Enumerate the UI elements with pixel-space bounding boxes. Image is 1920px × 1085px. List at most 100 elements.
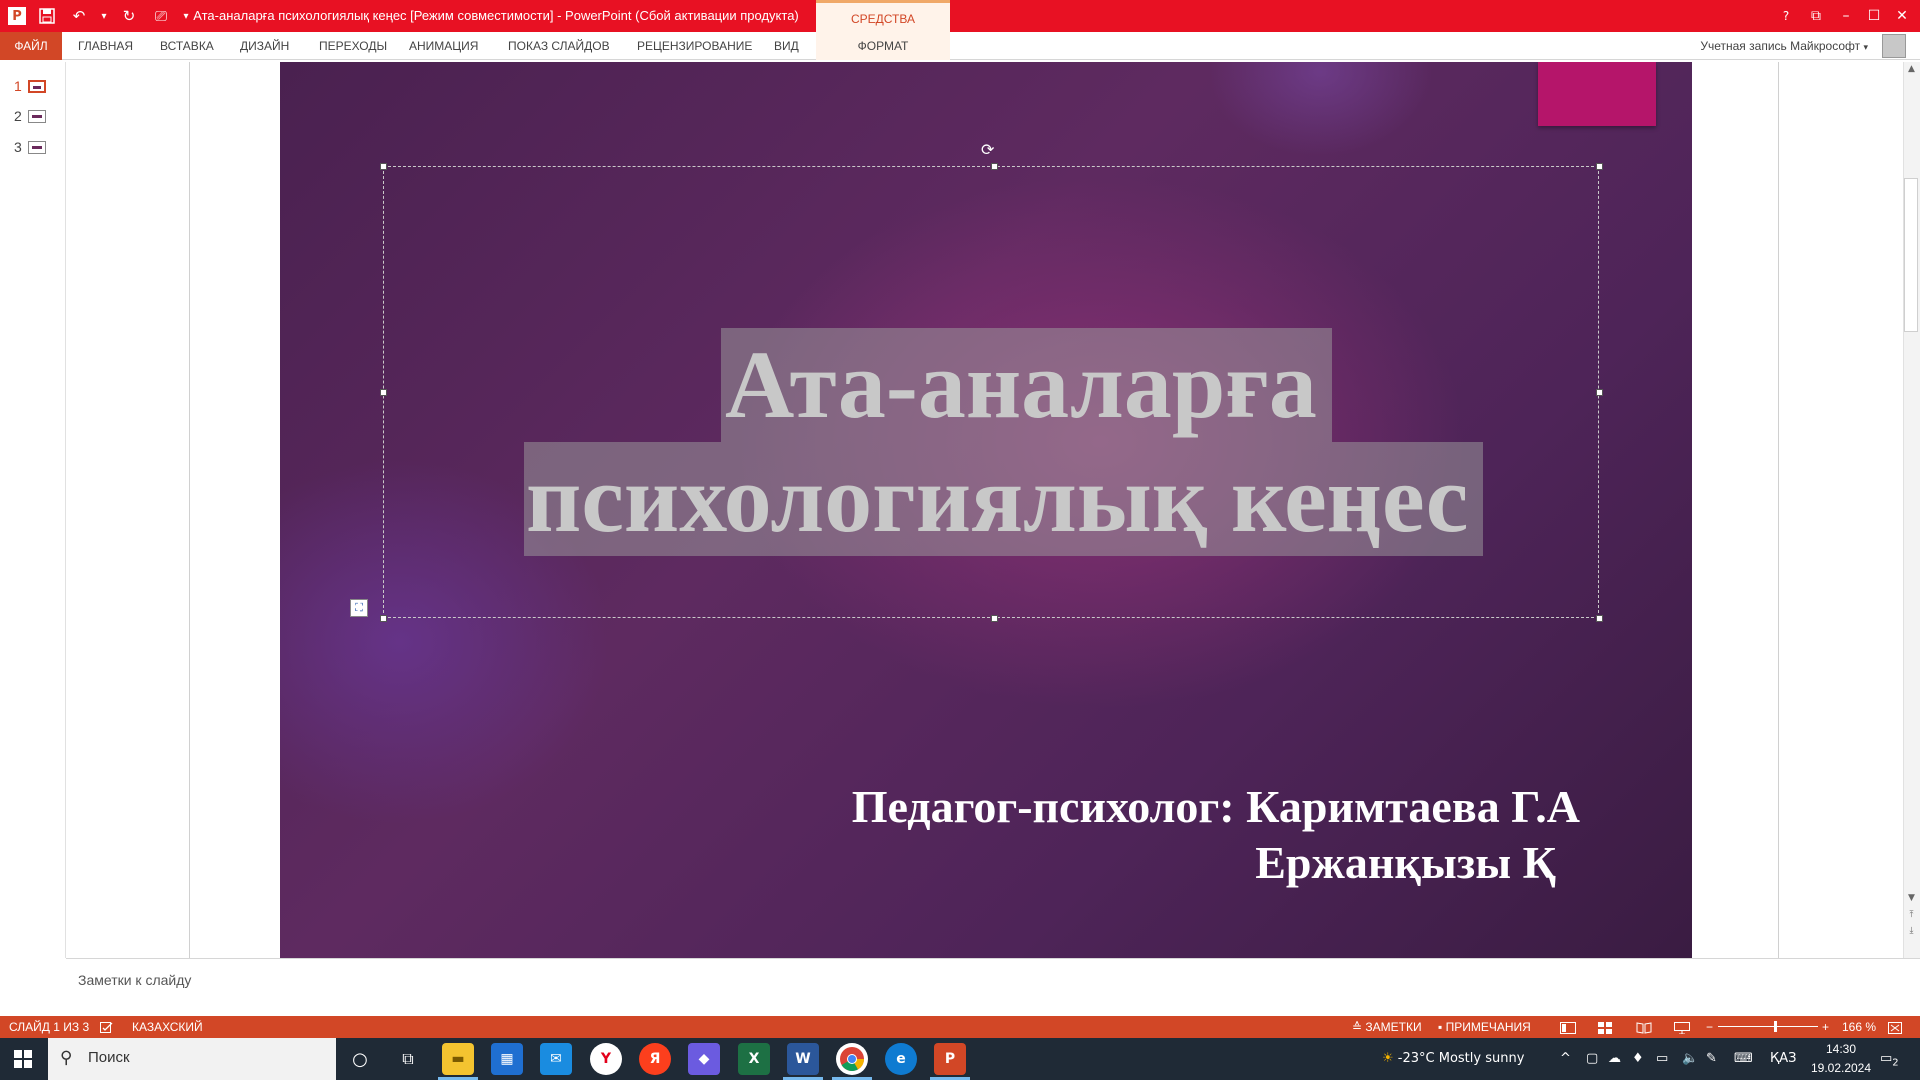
weather-widget[interactable]: ☀ -23°C Mostly sunny xyxy=(1382,1038,1524,1080)
slide-thumbnail-1[interactable]: 1 xyxy=(14,78,46,94)
scroll-up-icon[interactable]: ▲ xyxy=(1904,64,1919,78)
tab-format[interactable]: ФОРМАТ xyxy=(816,32,950,60)
network-icon[interactable]: ▭ xyxy=(1656,1038,1668,1080)
normal-view-icon[interactable] xyxy=(1560,1016,1576,1038)
cortana-icon[interactable]: ○ xyxy=(344,1043,376,1075)
tab-slideshow[interactable]: ПОКАЗ СЛАЙДОВ xyxy=(494,32,624,60)
language-indicator[interactable]: КАЗАХСКИЙ xyxy=(132,1016,203,1038)
rotate-handle-icon[interactable]: ⟳ xyxy=(981,140,994,159)
volume-icon[interactable]: 🔈 xyxy=(1682,1038,1698,1080)
comments-toggle-button[interactable]: ▪ ПРИМЕЧАНИЯ xyxy=(1438,1016,1531,1038)
yandex-browser-icon[interactable]: Y xyxy=(590,1043,622,1075)
notes-toggle-button[interactable]: ≙ ЗАМЕТКИ xyxy=(1352,1016,1422,1038)
resize-handle-bottom[interactable] xyxy=(991,615,998,622)
account-label: Учетная запись Майкрософт xyxy=(1700,39,1861,53)
slide-number: 1 xyxy=(14,78,22,94)
spell-check-icon[interactable] xyxy=(100,1016,114,1038)
maximize-button[interactable]: ☐ xyxy=(1860,0,1888,32)
microsoft-store-icon[interactable]: ▦ xyxy=(491,1043,523,1075)
tab-view[interactable]: ВИД xyxy=(760,32,813,60)
tab-design[interactable]: ДИЗАЙН xyxy=(226,32,303,60)
quick-access-toolbar: P ↶ ▾ ↻ ⎚ ▾ xyxy=(8,4,190,28)
previous-slide-icon[interactable]: ⤒ xyxy=(1904,910,1919,924)
tab-insert[interactable]: ВСТАВКА xyxy=(146,32,228,60)
minimize-button[interactable]: – xyxy=(1832,0,1860,32)
zoom-slider[interactable] xyxy=(1718,1026,1818,1027)
word-icon[interactable]: W xyxy=(787,1043,819,1075)
account-menu[interactable]: Учетная запись Майкрософт ▾ xyxy=(1700,32,1868,60)
close-button[interactable]: ✕ xyxy=(1888,0,1916,32)
resize-handle-top-right[interactable] xyxy=(1596,163,1603,170)
layout-options-icon[interactable]: ⛶ xyxy=(350,599,368,617)
notifications-icon[interactable]: ▭2 xyxy=(1880,1038,1899,1080)
show-hidden-icons-icon[interactable]: ^ xyxy=(1560,1038,1571,1080)
slide-canvas[interactable]: ⟳ Ата-аналарға психологиялық кеңес ⛶ Пед… xyxy=(280,62,1692,958)
tab-home[interactable]: ГЛАВНАЯ xyxy=(64,32,147,60)
start-slideshow-icon[interactable]: ⎚ xyxy=(150,5,172,27)
tab-review[interactable]: РЕЦЕНЗИРОВАНИЕ xyxy=(623,32,766,60)
tab-animation[interactable]: АНИМАЦИЯ xyxy=(395,32,492,60)
zoom-out-button[interactable]: − xyxy=(1706,1016,1713,1038)
powerpoint-app-icon[interactable]: P xyxy=(8,7,26,25)
save-icon[interactable] xyxy=(36,5,58,27)
zoom-slider-knob[interactable] xyxy=(1774,1021,1777,1032)
input-language[interactable]: ҚАЗ xyxy=(1770,1038,1796,1080)
slide-title-line-1[interactable]: Ата-аналарға xyxy=(721,328,1332,442)
yandex-icon[interactable]: Я xyxy=(639,1043,671,1075)
slide-sorter-view-icon[interactable] xyxy=(1598,1016,1612,1038)
scrollbar-thumb[interactable] xyxy=(1904,178,1918,332)
search-icon: ⚲ xyxy=(60,1048,73,1068)
redo-icon[interactable]: ↻ xyxy=(118,5,140,27)
comment-icon: ▪ xyxy=(1438,1020,1443,1034)
slide-author-line-1[interactable]: Педагог-психолог: Каримтаева Г.А xyxy=(820,779,1620,835)
weather-text: -23°C Mostly sunny xyxy=(1397,1051,1525,1066)
slide-thumbnail-3[interactable]: 3 xyxy=(14,139,46,155)
ribbon-tabs: ФАЙЛ ГЛАВНАЯ ВСТАВКА ДИЗАЙН ПЕРЕХОДЫ АНИ… xyxy=(0,32,1920,60)
slide-author-line-2[interactable]: Ержанқызы Қ xyxy=(820,835,1620,891)
resize-handle-bottom-right[interactable] xyxy=(1596,615,1603,622)
resize-handle-left[interactable] xyxy=(380,389,387,396)
meet-now-icon[interactable]: ▢ xyxy=(1586,1038,1598,1080)
next-slide-icon[interactable]: ⤓ xyxy=(1904,926,1919,940)
onedrive-icon[interactable]: ☁ xyxy=(1608,1038,1621,1080)
ribbon-display-options-button[interactable]: ⧉ xyxy=(1802,0,1830,32)
undo-icon[interactable]: ↶ xyxy=(68,5,90,27)
taskbar-search-input[interactable]: ⚲ Поиск xyxy=(48,1038,336,1080)
tab-file[interactable]: ФАЙЛ xyxy=(0,32,62,60)
fit-slide-icon[interactable] xyxy=(1888,1016,1902,1038)
zoom-level[interactable]: 166 % xyxy=(1842,1016,1876,1038)
edge-icon[interactable]: e xyxy=(885,1043,917,1075)
title-bar: P ↶ ▾ ↻ ⎚ ▾ Ата-аналарға психологиялық к… xyxy=(0,0,1920,32)
mail-icon[interactable]: ✉ xyxy=(540,1043,572,1075)
windows-taskbar: ⚲ Поиск ○ ⧉ ▬ ▦ ✉ Y Я ◆ X W e P ☀ -23°C … xyxy=(0,1038,1920,1080)
powerpoint-taskbar-icon[interactable]: P xyxy=(934,1043,966,1075)
task-view-icon[interactable]: ⧉ xyxy=(392,1043,424,1075)
slide-title-line-2[interactable]: психологиялық кеңес xyxy=(524,442,1483,556)
resize-handle-right[interactable] xyxy=(1596,389,1603,396)
file-explorer-icon[interactable]: ▬ xyxy=(442,1043,474,1075)
slide-thumbnail-2[interactable]: 2 xyxy=(14,108,46,124)
resize-handle-top-left[interactable] xyxy=(380,163,387,170)
tab-transitions[interactable]: ПЕРЕХОДЫ xyxy=(305,32,401,60)
clock[interactable]: 14:30 19.02.2024 xyxy=(1806,1040,1876,1078)
decorative-pink-square[interactable] xyxy=(1538,62,1656,126)
reading-view-icon[interactable] xyxy=(1636,1016,1652,1038)
zoom-in-button[interactable]: + xyxy=(1822,1016,1829,1038)
microphone-icon[interactable]: ♦ xyxy=(1632,1038,1644,1080)
resize-handle-bottom-left[interactable] xyxy=(380,615,387,622)
scroll-down-icon[interactable]: ▼ xyxy=(1904,893,1919,907)
search-placeholder: Поиск xyxy=(88,1049,130,1066)
help-button[interactable]: ? xyxy=(1772,0,1800,32)
chrome-icon[interactable] xyxy=(836,1043,868,1075)
pen-icon[interactable]: ✎ xyxy=(1706,1038,1717,1080)
avatar[interactable] xyxy=(1882,34,1906,58)
slide-counter[interactable]: СЛАЙД 1 ИЗ 3 xyxy=(9,1016,89,1038)
windows-start-icon[interactable] xyxy=(0,1038,46,1080)
touch-keyboard-icon[interactable]: ⌨ xyxy=(1734,1038,1753,1080)
slideshow-view-icon[interactable] xyxy=(1674,1016,1690,1038)
undo-dropdown-icon[interactable]: ▾ xyxy=(100,5,108,27)
copilot-icon[interactable]: ◆ xyxy=(688,1043,720,1075)
excel-icon[interactable]: X xyxy=(738,1043,770,1075)
resize-handle-top[interactable] xyxy=(991,163,998,170)
notes-pane[interactable]: Заметки к слайду xyxy=(66,958,1920,1016)
